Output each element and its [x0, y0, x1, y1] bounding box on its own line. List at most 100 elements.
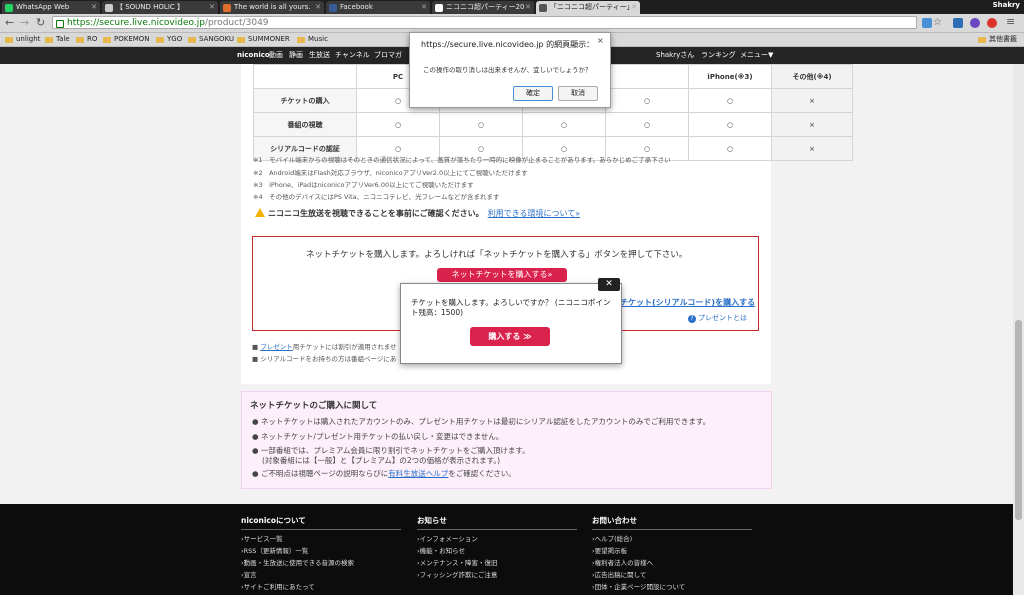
- table-header: [253, 64, 357, 89]
- menu-icon[interactable]: ≡: [1006, 16, 1015, 27]
- bottom-note: ■ プレゼント用チケットには割引が適用されませ: [252, 343, 397, 351]
- table-row: 番組の視聴 ○ ○ ○ ○ ○ ×: [253, 112, 853, 137]
- footer-link[interactable]: ›動画・生放送に使用できる音源の検索: [241, 557, 354, 567]
- nav-blomaga[interactable]: ブロマガ: [374, 47, 402, 64]
- close-tab-icon[interactable]: ✕: [631, 1, 637, 14]
- close-tab-icon[interactable]: ✕: [421, 1, 427, 14]
- forward-icon[interactable]: →: [20, 17, 29, 28]
- confirm-dialog-title: https://secure.live.nicovideo.jp 的網頁顯示：: [421, 40, 595, 49]
- bookmark-folder[interactable]: SUMMONER: [237, 34, 290, 45]
- footnote: ※2 Android端末はFlash対応ブラウザ、niconicoアプリVer2…: [253, 169, 528, 177]
- browser-toolbar: ← → ↻ https://secure.live.nicovideo.jp/p…: [0, 14, 1024, 33]
- table-header: [605, 64, 689, 89]
- nav-channel[interactable]: チャンネル: [335, 47, 370, 64]
- tab-blog[interactable]: The world is all yours. ✕: [220, 1, 324, 14]
- tab-whatsapp[interactable]: WhatsApp Web ✕: [2, 1, 100, 14]
- blog-icon: [223, 4, 231, 12]
- bookmark-folder[interactable]: SANGOKU: [188, 34, 234, 45]
- bottom-note: ■ シリアルコードをお持ちの方は番組ページにあ: [252, 355, 397, 363]
- nav-ranking[interactable]: ランキング: [701, 47, 736, 64]
- tab-niconico-active[interactable]: 「ニコニコ超パーティー」 ✕: [536, 1, 640, 14]
- present-link[interactable]: プレゼント: [260, 343, 293, 351]
- nav-user[interactable]: Shakryさん: [656, 47, 694, 64]
- bookmark-star-icon[interactable]: ☆: [933, 17, 942, 28]
- footnote: ※3 iPhone、iPadはniconicoアプリVer6.00以上にてご視聴…: [253, 181, 474, 189]
- confirm-dialog-message: この操作の取り消しは出来ませんが、宜しいでしょうか？: [423, 66, 592, 74]
- whatsapp-icon: [5, 4, 13, 12]
- footer-link[interactable]: ›団体・企業ページ開設について: [592, 581, 685, 591]
- tab-niconico-party[interactable]: ニコニコ超パーティー20 ✕: [432, 1, 534, 14]
- nav-seiga[interactable]: 静画: [289, 47, 303, 64]
- close-tab-icon[interactable]: ✕: [315, 1, 321, 14]
- footer-link[interactable]: ›機能・お知らせ: [417, 545, 465, 555]
- bookmark-folder[interactable]: POKEMON: [103, 34, 150, 45]
- footer-link[interactable]: ›ヘルプ(総合): [592, 533, 632, 543]
- nav-menu[interactable]: メニュー▼: [740, 47, 773, 64]
- other-bookmarks[interactable]: 其他書籤: [978, 34, 1017, 45]
- tab-facebook[interactable]: Facebook ✕: [326, 1, 430, 14]
- back-icon[interactable]: ←: [5, 17, 14, 28]
- footer-link[interactable]: ›広告出稿に関して: [592, 569, 646, 579]
- footnote: ※1 モバイル端末からの視聴はそのときの通信状況によって、画質が落ちたり一時的に…: [253, 156, 671, 164]
- close-tab-icon[interactable]: ✕: [525, 1, 531, 14]
- footer-link[interactable]: ›サイトご利用にあたって: [241, 581, 315, 591]
- footer-link[interactable]: ›権利者法人の皆様へ: [592, 557, 653, 567]
- lock-icon: [56, 20, 64, 28]
- address-bar[interactable]: https://secure.live.nicovideo.jp/product…: [52, 16, 917, 29]
- list-item: ● ネットチケットは購入されたアカウントのみ、プレゼント用チケットは最初にシリア…: [252, 417, 711, 426]
- list-item: ● ご不明点は視聴ページの説明ならびに有料生放送ヘルプをご確認ください。: [252, 469, 516, 478]
- present-help-link[interactable]: ? プレゼントとは: [688, 313, 747, 323]
- bookmark-folder[interactable]: YGO: [156, 34, 182, 45]
- close-tab-icon[interactable]: ✕: [91, 1, 97, 14]
- warning-icon: [255, 208, 265, 217]
- paid-live-help-link[interactable]: 有料生放送ヘルプ: [388, 469, 448, 478]
- bookmark-folder[interactable]: RO: [76, 34, 97, 45]
- extension-icon[interactable]: [953, 18, 963, 28]
- profile-name[interactable]: Shakry: [993, 1, 1020, 9]
- ticket-message: ネットチケットを購入します。よろしければ「ネットチケットを購入する」ボタンを押し…: [306, 250, 688, 260]
- environment-link[interactable]: 利用できる環境について»: [488, 209, 581, 218]
- page-icon: [435, 4, 443, 12]
- purchase-dialog-message: チケットを購入します。よろしいですか？ (ニコニコポイント残高：1500): [411, 298, 611, 317]
- extension-icon[interactable]: [987, 18, 997, 28]
- footer-link[interactable]: ›フィッシング詐欺にご注意: [417, 569, 497, 579]
- tab-sound-holic[interactable]: 【 SOUND HOLIC 】 ✕: [102, 1, 218, 14]
- table-header: その他(※4): [771, 64, 853, 89]
- url-host: https://secure.live.nicovideo.jp: [67, 18, 205, 28]
- facebook-icon: [329, 4, 337, 12]
- nav-video[interactable]: 動画: [269, 47, 283, 64]
- nav-live[interactable]: 生放送: [309, 47, 330, 64]
- bookmark-folder[interactable]: unlight: [5, 34, 40, 45]
- close-tab-icon[interactable]: ✕: [209, 1, 215, 14]
- footer-link[interactable]: ›サービス一覧: [241, 533, 283, 543]
- footer-link[interactable]: ›インフォメーション: [417, 533, 478, 543]
- purchase-button[interactable]: 購入する ≫: [470, 327, 550, 346]
- confirm-ok-button[interactable]: 確定: [513, 86, 553, 101]
- table-header: iPhone(※3): [688, 64, 772, 89]
- page-icon: [105, 4, 113, 12]
- environment-warning: ニコニコ生放送を視聴できることを事前にご確認ください。 利用できる環境について»: [255, 208, 580, 219]
- bookmark-folder[interactable]: Tale: [45, 34, 70, 45]
- bookmark-folder[interactable]: Music: [297, 34, 328, 45]
- close-icon[interactable]: ✕: [598, 278, 620, 291]
- reload-icon[interactable]: ↻: [36, 17, 45, 28]
- footer-link[interactable]: ›RSS（更新情報）一覧: [241, 545, 308, 555]
- close-icon[interactable]: ×: [597, 36, 604, 45]
- footer-link[interactable]: ›メンテナンス・障害・復旧: [417, 557, 497, 567]
- footer-link[interactable]: ›宣言: [241, 569, 257, 579]
- footer-heading: お知らせ: [417, 515, 577, 530]
- translate-icon[interactable]: [922, 18, 932, 28]
- serial-code-link[interactable]: チケット(シリアルコード)を購入する: [620, 297, 755, 308]
- list-item: ● ネットチケット/プレゼント用チケットの払い戻し・変更はできません。: [252, 432, 504, 441]
- list-item: (対象番組には【一般】と【プレミアム】の2つの価格が表示されます。): [262, 456, 501, 465]
- footnote: ※4 その他のデバイスにはPS Vita、ニコニコテレビ、光フレームなどが含まれ…: [253, 193, 500, 201]
- nav-niconico[interactable]: niconico: [237, 47, 270, 64]
- footer-heading: niconicoについて: [241, 515, 401, 530]
- footer-link[interactable]: ›要望掲示板: [592, 545, 627, 555]
- scrollbar-thumb[interactable]: [1015, 320, 1022, 520]
- purchase-dialog: [400, 283, 622, 364]
- buy-ticket-button[interactable]: ネットチケットを購入する»: [437, 268, 567, 282]
- extension-icon[interactable]: [970, 18, 980, 28]
- niconico-icon: [539, 4, 547, 12]
- confirm-cancel-button[interactable]: 取消: [558, 86, 598, 101]
